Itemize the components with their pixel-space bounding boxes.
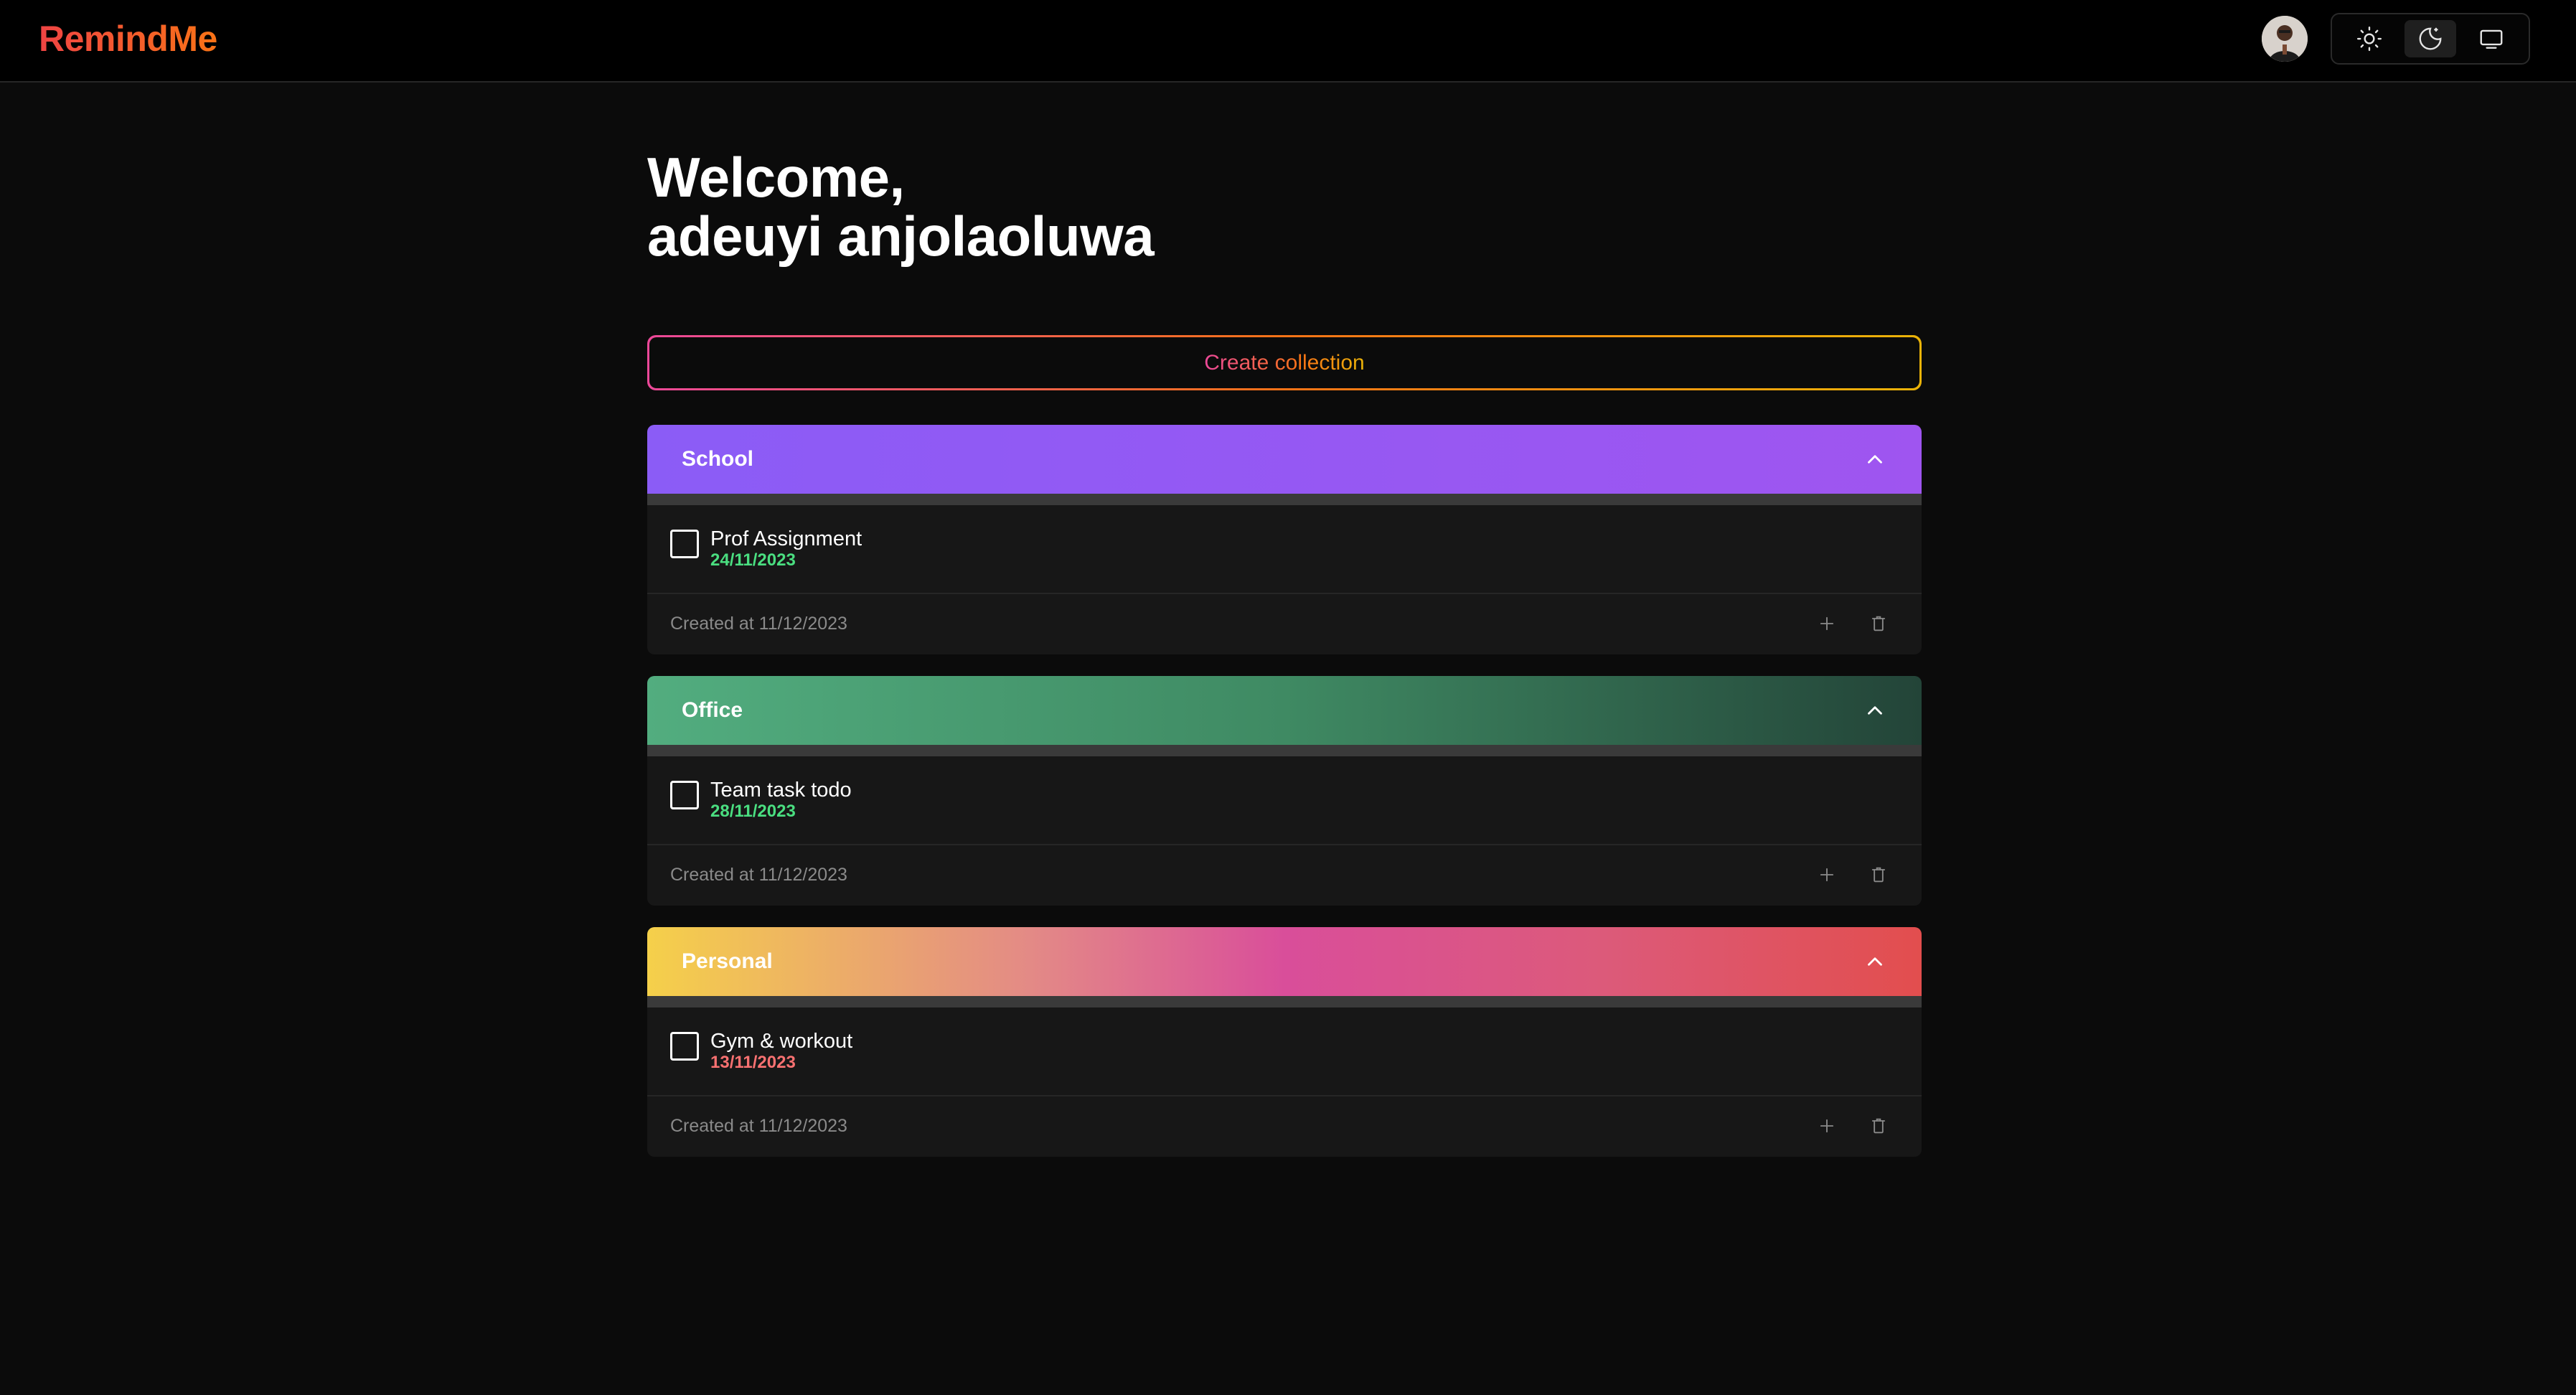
navbar: RemindMe: [0, 0, 2576, 83]
delete-collection-button[interactable]: [1867, 1114, 1890, 1137]
task-item: Gym & workout 13/11/2023: [647, 1008, 1922, 1096]
task-checkbox[interactable]: [670, 781, 699, 809]
collection-created-at: Created at 11/12/2023: [670, 864, 847, 885]
welcome-heading: Welcome, adeuyi anjolaoluwa: [647, 146, 1155, 268]
moon-icon: [2419, 27, 2442, 50]
collection-card-personal: Personal Gym & workout 13/11/2023 Create…: [647, 927, 1922, 1157]
task-title: Team task todo: [710, 779, 852, 802]
sun-icon: [2357, 26, 2382, 52]
theme-switcher: [2331, 13, 2530, 65]
brand-logo[interactable]: RemindMe: [39, 16, 217, 62]
collection-title: Personal: [682, 949, 773, 973]
create-collection-label: Create collection: [1204, 350, 1365, 375]
welcome-greeting: Welcome,: [647, 146, 905, 209]
task-date: 13/11/2023: [710, 1053, 796, 1072]
chevron-up-icon[interactable]: [1863, 698, 1887, 723]
plus-icon: [1820, 868, 1834, 882]
task-date: 28/11/2023: [710, 802, 796, 821]
theme-light-button[interactable]: [2344, 20, 2395, 57]
user-avatar[interactable]: [2262, 16, 2308, 62]
collection-progress-bar: [647, 494, 1922, 505]
collection-header[interactable]: School: [647, 425, 1922, 494]
collection-footer: Created at 11/12/2023: [647, 1096, 1922, 1155]
collection-progress-bar: [647, 745, 1922, 756]
delete-collection-button[interactable]: [1867, 612, 1890, 635]
add-task-button[interactable]: [1815, 612, 1838, 635]
collection-created-at: Created at 11/12/2023: [670, 1115, 847, 1136]
theme-dark-button[interactable]: [2404, 20, 2456, 57]
delete-collection-button[interactable]: [1867, 863, 1890, 886]
collection-footer: Created at 11/12/2023: [647, 594, 1922, 653]
chevron-up-icon[interactable]: [1863, 949, 1887, 974]
add-task-button[interactable]: [1815, 1114, 1838, 1137]
task-item: Prof Assignment 24/11/2023: [647, 505, 1922, 594]
desktop-icon: [2480, 29, 2503, 49]
chevron-up-icon[interactable]: [1863, 447, 1887, 471]
task-title: Prof Assignment: [710, 527, 862, 550]
task-date: 24/11/2023: [710, 550, 796, 570]
plus-icon: [1820, 616, 1834, 631]
collection-card-office: Office Team task todo 28/11/2023 Created…: [647, 676, 1922, 906]
collection-header[interactable]: Personal: [647, 927, 1922, 996]
add-task-button[interactable]: [1815, 863, 1838, 886]
collection-title: Office: [682, 698, 743, 722]
collection-created-at: Created at 11/12/2023: [670, 613, 847, 634]
plus-icon: [1820, 1119, 1834, 1133]
task-item: Team task todo 28/11/2023: [647, 756, 1922, 845]
collection-footer: Created at 11/12/2023: [647, 845, 1922, 904]
collection-card-school: School Prof Assignment 24/11/2023 Create…: [647, 425, 1922, 654]
collection-progress-bar: [647, 996, 1922, 1008]
theme-system-button[interactable]: [2465, 20, 2517, 57]
welcome-username: adeuyi anjolaoluwa: [647, 205, 1155, 268]
task-title: Gym & workout: [710, 1030, 853, 1053]
trash-icon: [1871, 1118, 1886, 1134]
trash-icon: [1871, 867, 1886, 883]
collection-header[interactable]: Office: [647, 676, 1922, 745]
create-collection-button[interactable]: Create collection: [647, 335, 1922, 390]
task-checkbox[interactable]: [670, 1032, 699, 1061]
trash-icon: [1871, 616, 1886, 631]
task-checkbox[interactable]: [670, 530, 699, 558]
collection-title: School: [682, 447, 754, 471]
